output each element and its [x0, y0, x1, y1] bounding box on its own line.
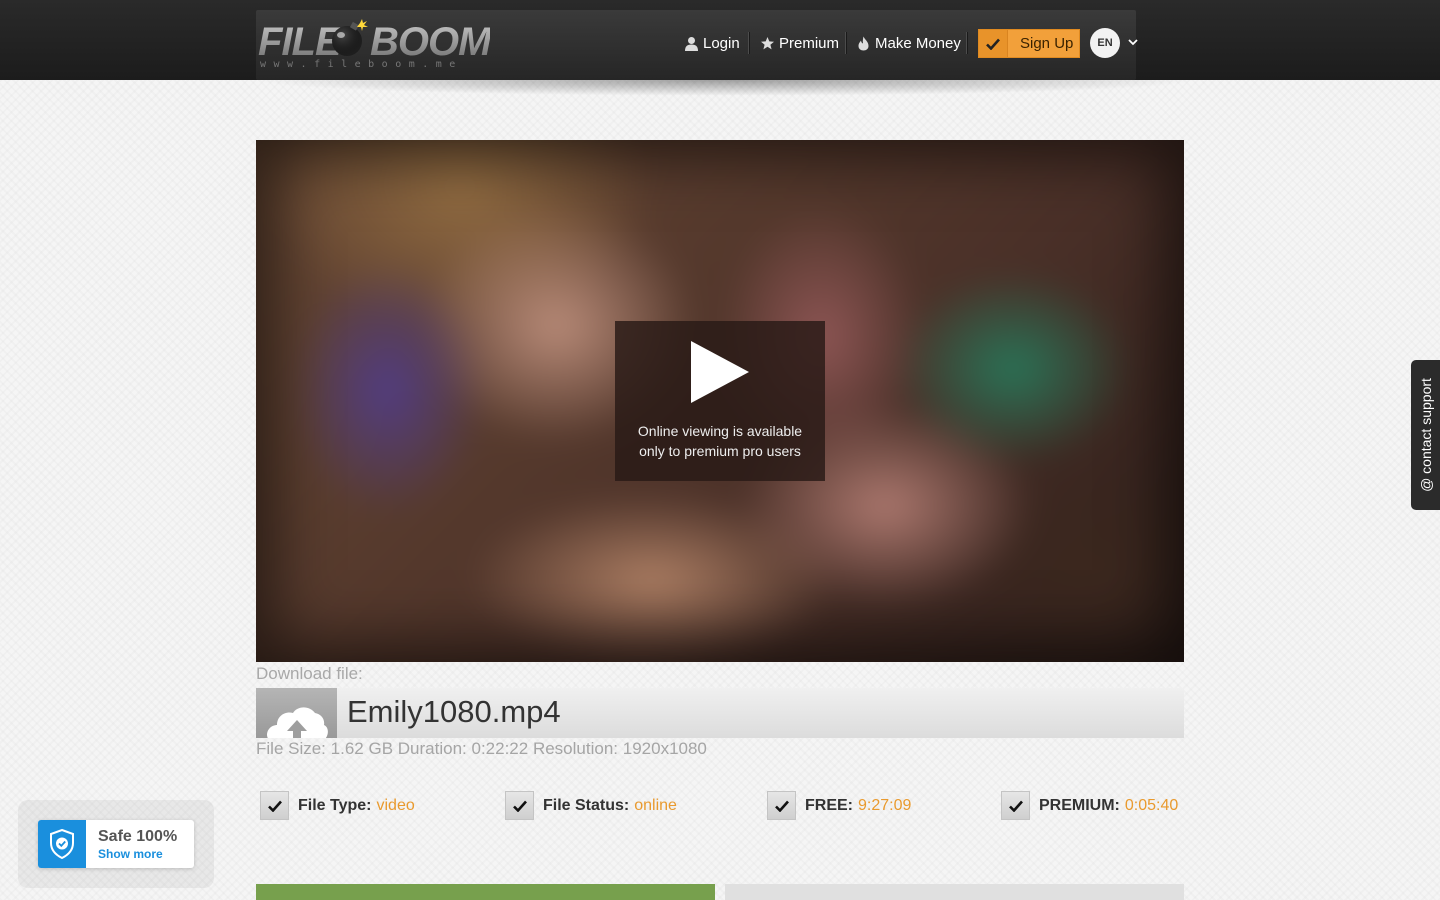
stat-value: online — [634, 796, 677, 814]
stat-value: 9:27:09 — [858, 796, 912, 814]
video-player[interactable]: Online viewing is available only to prem… — [256, 140, 1184, 662]
premium-message-line-2: only to premium pro users — [639, 443, 801, 459]
safe-widget[interactable]: Safe 100% Show more — [38, 820, 194, 868]
bomb-icon — [332, 19, 368, 56]
cloud-upload-icon — [256, 688, 337, 738]
star-icon — [761, 36, 774, 49]
duration-value: 0:22:22 — [471, 739, 529, 758]
file-metadata: File Size: 1.62 GB Duration: 0:22:22 Res… — [256, 739, 707, 759]
language-selector[interactable]: EN — [1090, 28, 1120, 58]
stat-key: File Status: — [543, 796, 630, 814]
check-icon — [260, 791, 289, 820]
nav-make-money[interactable]: Make Money — [856, 30, 961, 56]
stat-file-type: File Type: video — [260, 791, 415, 820]
stat-value: 0:05:40 — [1124, 796, 1179, 814]
fileboom-logo[interactable]: FILE BOOM www.fileboom.me — [258, 14, 491, 74]
show-more-link[interactable]: Show more — [98, 847, 163, 861]
chevron-down-icon[interactable] — [1127, 36, 1139, 48]
duration-label: Duration: — [397, 739, 467, 758]
nav-divider — [845, 32, 846, 54]
check-icon — [767, 791, 796, 820]
stat-value: video — [376, 796, 415, 814]
stat-free-time: FREE: 9:27:09 — [767, 791, 911, 820]
header-shadow — [250, 80, 1200, 96]
play-icon[interactable] — [689, 341, 751, 403]
sign-up-button[interactable]: Sign Up — [978, 29, 1080, 58]
download-file-label: Download file: — [256, 664, 363, 683]
free-download-button[interactable] — [256, 884, 715, 900]
shield-check-icon — [38, 820, 86, 868]
nav-divider — [966, 32, 967, 54]
premium-download-button[interactable] — [725, 884, 1184, 900]
resolution-value: 1920x1080 — [622, 739, 707, 758]
stat-file-status: File Status: online — [505, 791, 677, 820]
stat-key: File Type: — [298, 796, 372, 814]
nav-divider — [748, 32, 749, 54]
nav-login[interactable]: Login — [684, 30, 740, 56]
user-icon — [685, 36, 698, 51]
file-name: Emily1080.mp4 — [347, 694, 561, 729]
safe-title: Safe 100% — [98, 828, 178, 845]
file-size-value: 1.62 GB — [330, 739, 394, 758]
premium-only-message: Online viewing is available only to prem… — [625, 421, 815, 461]
nav-premium[interactable]: Premium — [760, 30, 839, 56]
contact-support-label: @ contact support — [1418, 378, 1434, 492]
file-size-label: File Size: — [256, 739, 326, 758]
premium-message-line-1: Online viewing is available — [637, 423, 803, 439]
nav-make-money-label: Make Money — [875, 34, 961, 52]
resolution-label: Resolution: — [532, 739, 619, 758]
stat-premium-time: PREMIUM: 0:05:40 — [1001, 791, 1178, 820]
sign-up-label: Sign Up — [1020, 35, 1074, 52]
stat-key: FREE: — [805, 796, 853, 814]
language-code: EN — [1097, 37, 1113, 49]
check-icon — [979, 30, 1008, 57]
check-icon — [1001, 791, 1030, 820]
check-icon — [505, 791, 534, 820]
nav-premium-label: Premium — [779, 34, 840, 52]
fire-icon — [858, 36, 869, 50]
nav-login-label: Login — [703, 34, 740, 52]
play-overlay[interactable]: Online viewing is available only to prem… — [615, 321, 825, 481]
file-name-bar: Emily1080.mp4 — [256, 688, 1184, 738]
logo-url: www.fileboom.me — [260, 59, 463, 70]
stat-key: PREMIUM: — [1039, 796, 1120, 814]
contact-support-tab[interactable]: @ contact support — [1411, 360, 1440, 510]
